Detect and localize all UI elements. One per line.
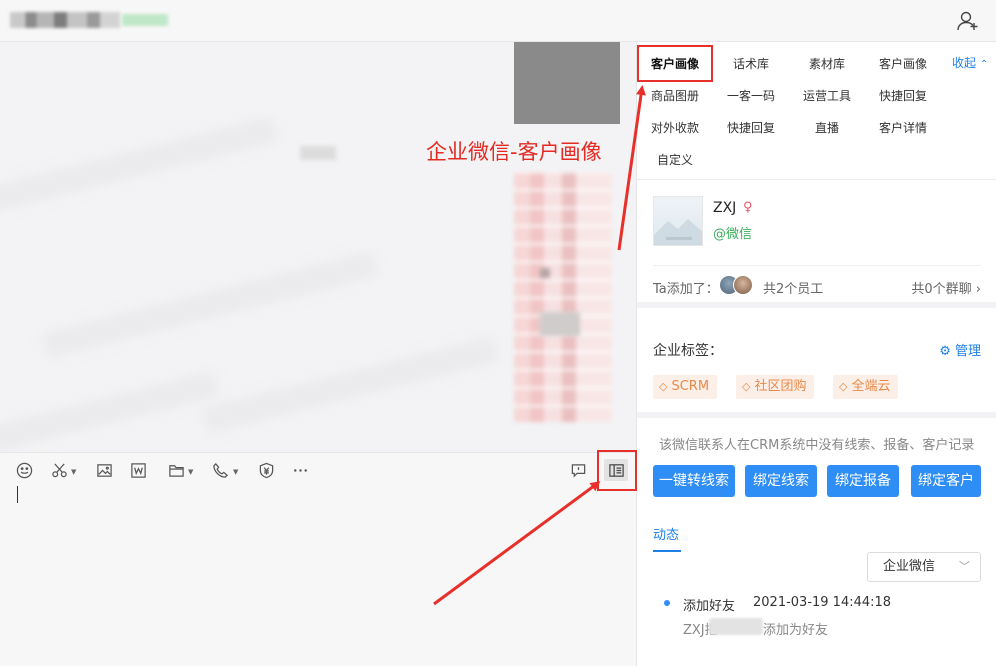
gender-female-icon: ♀ bbox=[743, 200, 753, 215]
folder-icon[interactable] bbox=[165, 461, 187, 479]
tab-customer-profile-2[interactable]: 客户画像 bbox=[879, 55, 927, 72]
chevron-up-icon: ⌃ bbox=[979, 59, 989, 70]
scissors-dropdown-icon[interactable]: ▼ bbox=[71, 468, 76, 476]
tag-icon: ◇ bbox=[839, 380, 848, 393]
enterprise-tags: 企业标签： ⚙ 管理 ◇ SCRM ◇ 社区团购 ◇ 全端云 bbox=[637, 314, 996, 418]
manage-tags-button[interactable]: ⚙ 管理 bbox=[939, 340, 981, 359]
tab-customer-detail[interactable]: 客户详情 bbox=[879, 119, 927, 136]
avatar[interactable] bbox=[653, 196, 703, 246]
emoji-icon[interactable] bbox=[13, 461, 35, 479]
blurred-message-bubble bbox=[514, 172, 612, 422]
tab-underline bbox=[653, 550, 681, 552]
input-toolbar: ▼ ▼ ▼ bbox=[0, 452, 636, 486]
bind-customer-button[interactable]: 绑定客户 bbox=[911, 465, 981, 497]
highlight-box-customer-tab bbox=[637, 45, 713, 82]
source-filter-select[interactable]: 企业微信 ﹀ bbox=[867, 552, 981, 582]
contact-name-blurred bbox=[10, 12, 120, 28]
tag-chip: ◇ 社区团购 bbox=[736, 375, 815, 399]
chat-message-area bbox=[0, 42, 636, 452]
tab-quick-reply-2[interactable]: 快捷回复 bbox=[727, 119, 775, 136]
collapse-button[interactable]: 收起 ⌃ bbox=[952, 54, 988, 71]
annotation-label: 企业微信-客户画像 bbox=[426, 140, 602, 164]
tags-title: 企业标签： bbox=[653, 343, 723, 359]
customer-name: ZXJ bbox=[713, 200, 737, 216]
customer-source: @微信 bbox=[713, 227, 753, 242]
crm-note: 该微信联系人在CRM系统中没有线索、报备、客户记录 bbox=[659, 438, 975, 453]
more-icon[interactable] bbox=[289, 461, 311, 479]
add-user-icon[interactable] bbox=[956, 10, 980, 32]
message-input[interactable] bbox=[0, 486, 636, 666]
tab-materials[interactable]: 素材库 bbox=[809, 55, 845, 72]
event-title: 添加好友 bbox=[683, 599, 736, 614]
tab-external-payment[interactable]: 对外收款 bbox=[651, 119, 699, 136]
tag-chip: ◇ 全端云 bbox=[833, 375, 899, 399]
staff-count: 共2个员工 bbox=[763, 282, 824, 297]
tab-product-catalog[interactable]: 商品图册 bbox=[651, 87, 699, 104]
tab-scripts[interactable]: 话术库 bbox=[733, 55, 769, 72]
gear-icon: ⚙ bbox=[939, 344, 951, 359]
tab-one-customer-one-code[interactable]: 一客一码 bbox=[727, 87, 775, 104]
convert-to-lead-button[interactable]: 一键转线索 bbox=[653, 465, 735, 497]
tab-quick-reply[interactable]: 快捷回复 bbox=[879, 87, 927, 104]
blurred-image-message bbox=[514, 42, 620, 124]
feedback-icon[interactable] bbox=[567, 461, 589, 479]
chevron-right-icon: › bbox=[975, 282, 981, 297]
folder-dropdown-icon[interactable]: ▼ bbox=[188, 468, 193, 476]
tab-operation-tools[interactable]: 运营工具 bbox=[803, 87, 851, 104]
phone-dropdown-icon[interactable]: ▼ bbox=[233, 468, 238, 476]
staff-avatar-2[interactable] bbox=[733, 275, 753, 295]
contact-tag-blurred bbox=[122, 14, 168, 26]
customer-card: ZXJ ♀ @微信 Ta添加了： 共2个员工 共0个群聊 › bbox=[637, 180, 996, 308]
payment-icon[interactable] bbox=[255, 461, 277, 479]
scissors-icon[interactable] bbox=[48, 461, 70, 479]
phone-icon[interactable] bbox=[209, 461, 231, 479]
chat-header bbox=[0, 0, 996, 42]
bind-report-button[interactable]: 绑定报备 bbox=[827, 465, 899, 497]
group-chats-link[interactable]: 共0个群聊 › bbox=[911, 278, 981, 297]
highlight-box-sidebar-toggle bbox=[597, 450, 637, 491]
added-label: Ta添加了： bbox=[653, 282, 719, 297]
blurred-staff-name bbox=[709, 618, 763, 635]
text-cursor bbox=[17, 486, 18, 503]
tag-chip: ◇ SCRM bbox=[653, 375, 718, 399]
word-doc-icon[interactable] bbox=[127, 461, 149, 479]
tab-custom[interactable]: 自定义 bbox=[657, 151, 693, 168]
divider bbox=[653, 265, 981, 266]
bind-lead-button[interactable]: 绑定线索 bbox=[745, 465, 817, 497]
image-icon[interactable] bbox=[93, 461, 115, 479]
tag-icon: ◇ bbox=[742, 380, 751, 393]
tab-dynamics[interactable]: 动态 bbox=[653, 524, 679, 543]
event-time: 2021-03-19 14:44:18 bbox=[753, 595, 892, 610]
chevron-down-icon: ﹀ bbox=[959, 560, 970, 573]
timeline-dot bbox=[664, 600, 670, 606]
customer-sidebar: 客户画像 话术库 素材库 客户画像 商品图册 一客一码 运营工具 快捷回复 对外… bbox=[636, 42, 996, 666]
tag-icon: ◇ bbox=[659, 380, 668, 393]
event-desc-suffix: 添加为好友 bbox=[763, 623, 829, 638]
tab-live[interactable]: 直播 bbox=[815, 119, 839, 136]
